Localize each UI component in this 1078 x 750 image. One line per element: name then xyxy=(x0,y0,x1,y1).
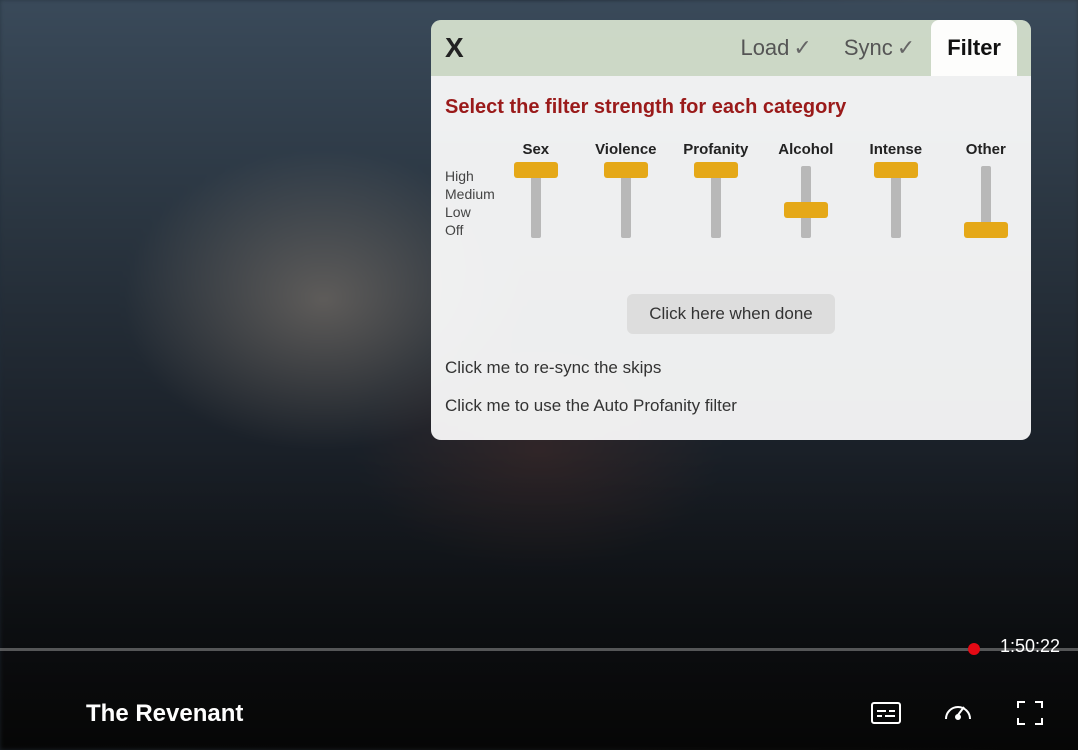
close-button[interactable]: X xyxy=(445,32,464,64)
slider-track[interactable] xyxy=(711,166,721,238)
panel-title: Select the filter strength for each cate… xyxy=(445,96,1017,119)
level-off: Off xyxy=(445,221,495,239)
player-controls xyxy=(868,695,1048,736)
tab-load[interactable]: Load ✓ xyxy=(724,20,827,76)
tab-sync[interactable]: Sync ✓ xyxy=(828,20,931,76)
slider-alcohol: Alcohol xyxy=(765,141,847,239)
panel-header: X Load ✓ Sync ✓ Filter xyxy=(431,20,1031,76)
tab-filter-label: Filter xyxy=(947,35,1001,61)
resync-link[interactable]: Click me to re-sync the skips xyxy=(445,358,1017,378)
slider-label: Other xyxy=(966,141,1006,158)
auto-profanity-link[interactable]: Click me to use the Auto Profanity filte… xyxy=(445,396,1017,416)
level-low: Low xyxy=(445,203,495,221)
tab-filter[interactable]: Filter xyxy=(931,20,1017,76)
slider-sex: Sex xyxy=(495,141,577,239)
progress-bar[interactable] xyxy=(0,648,1078,651)
filter-panel: X Load ✓ Sync ✓ Filter Select the filter… xyxy=(431,20,1031,440)
slider-profanity: Profanity xyxy=(675,141,757,239)
tab-sync-label: Sync xyxy=(844,35,893,61)
slider-track[interactable] xyxy=(981,166,991,238)
speed-icon[interactable] xyxy=(940,695,976,736)
slider-other: Other xyxy=(945,141,1027,239)
slider-intense: Intense xyxy=(855,141,937,239)
progress-handle[interactable] xyxy=(968,643,980,655)
check-icon: ✓ xyxy=(793,35,811,61)
done-button[interactable]: Click here when done xyxy=(627,294,834,334)
slider-track[interactable] xyxy=(621,166,631,238)
level-labels: High Medium Low Off xyxy=(445,141,495,239)
panel-body: Select the filter strength for each cate… xyxy=(431,76,1031,440)
slider-thumb[interactable] xyxy=(964,222,1008,238)
subtitles-icon[interactable] xyxy=(868,695,904,736)
tabs: Load ✓ Sync ✓ Filter xyxy=(724,20,1017,76)
check-icon: ✓ xyxy=(897,35,915,61)
sliders-row: Sex Violence Profanity xyxy=(495,141,1027,239)
video-title: The Revenant xyxy=(86,700,243,728)
slider-thumb[interactable] xyxy=(874,162,918,178)
slider-label: Alcohol xyxy=(778,141,833,158)
sliders-area: High Medium Low Off Sex Violence xyxy=(445,141,1017,239)
tab-load-label: Load xyxy=(740,35,789,61)
level-high: High xyxy=(445,167,495,185)
slider-thumb[interactable] xyxy=(784,202,828,218)
slider-thumb[interactable] xyxy=(604,162,648,178)
time-display: 1:50:22 xyxy=(1000,636,1060,657)
slider-label: Profanity xyxy=(683,141,748,158)
slider-track[interactable] xyxy=(801,166,811,238)
level-medium: Medium xyxy=(445,185,495,203)
slider-thumb[interactable] xyxy=(514,162,558,178)
slider-violence: Violence xyxy=(585,141,667,239)
fullscreen-icon[interactable] xyxy=(1012,695,1048,736)
slider-track[interactable] xyxy=(891,166,901,238)
slider-track[interactable] xyxy=(531,166,541,238)
slider-label: Violence xyxy=(595,141,656,158)
slider-label: Intense xyxy=(870,141,923,158)
slider-thumb[interactable] xyxy=(694,162,738,178)
slider-label: Sex xyxy=(522,141,549,158)
